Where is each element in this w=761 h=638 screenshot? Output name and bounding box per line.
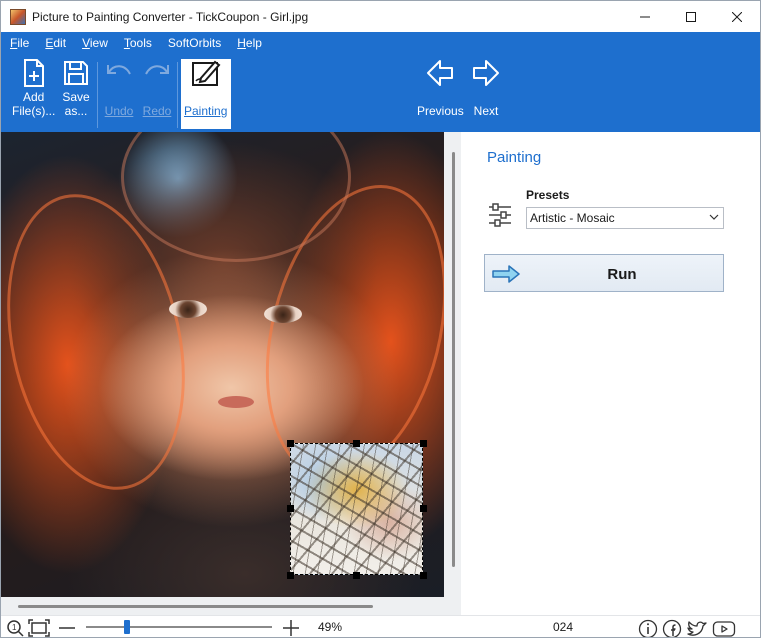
menu-bar: File Edit View Tools SoftOrbits Help [1, 32, 278, 54]
painting-button[interactable]: Painting [184, 58, 227, 118]
minimize-icon [640, 16, 650, 17]
sliders-icon [487, 202, 513, 231]
vertical-scrollbar[interactable] [452, 152, 455, 567]
undo-button[interactable]: Undo [104, 58, 134, 118]
previous-button[interactable]: Previous [417, 58, 464, 118]
resize-handle[interactable] [420, 572, 427, 579]
painting-icon [191, 58, 221, 88]
menu-file[interactable]: File [10, 32, 29, 54]
save-as-button[interactable]: Save as... [61, 58, 91, 118]
copyright-year: 024 [553, 620, 574, 634]
presets-dropdown[interactable]: Artistic - Mosaic [526, 207, 724, 229]
info-icon[interactable] [638, 619, 658, 638]
arrow-right-icon [471, 58, 501, 88]
next-button[interactable]: Next [471, 58, 501, 118]
save-as-label-2: as... [64, 104, 88, 118]
previous-label: Previous [417, 104, 464, 118]
menu-help[interactable]: Help [237, 32, 262, 54]
title-bar: Picture to Painting Converter - TickCoup… [1, 1, 760, 32]
resize-handle[interactable] [353, 572, 360, 579]
close-icon [732, 11, 742, 22]
add-file-icon [19, 58, 49, 88]
svg-text:1: 1 [12, 623, 17, 632]
presets-label: Presets [526, 188, 570, 202]
next-label: Next [473, 104, 499, 118]
youtube-icon[interactable] [712, 619, 736, 638]
image-canvas[interactable] [1, 132, 461, 615]
redo-label: Redo [142, 104, 172, 118]
zoom-out-icon[interactable] [58, 619, 76, 637]
save-as-label-1: Save [62, 90, 90, 104]
window-controls [622, 1, 760, 32]
resize-handle[interactable] [420, 440, 427, 447]
zoom-slider-thumb[interactable] [124, 620, 130, 634]
presets-selected-value: Artistic - Mosaic [530, 211, 615, 225]
toolbar-divider [177, 62, 178, 128]
status-bar: 1 49% 024 [1, 615, 760, 638]
horizontal-scrollbar[interactable] [18, 605, 373, 608]
run-label: Run [607, 266, 637, 283]
window-title: Picture to Painting Converter - TickCoup… [32, 9, 309, 24]
menu-edit[interactable]: Edit [45, 32, 66, 54]
add-files-label-2: File(s)... [12, 104, 56, 118]
resize-handle[interactable] [287, 440, 294, 447]
minimize-button[interactable] [622, 1, 668, 32]
menu-view[interactable]: View [82, 32, 108, 54]
painting-label: Painting [184, 104, 228, 118]
settings-panel: Painting Presets Artistic - Mosaic Run [461, 132, 760, 615]
undo-icon [104, 58, 134, 88]
save-icon [61, 58, 91, 88]
portrait-eye [264, 305, 302, 323]
twitter-icon[interactable] [686, 619, 708, 638]
maximize-button[interactable] [668, 1, 714, 32]
add-files-button[interactable]: Add File(s)... [12, 58, 55, 118]
resize-handle[interactable] [420, 505, 427, 512]
source-photo [1, 132, 444, 597]
undo-label: Undo [104, 104, 134, 118]
zoom-in-icon[interactable] [282, 619, 300, 637]
resize-handle[interactable] [287, 572, 294, 579]
ribbon: File Edit View Tools SoftOrbits Help Add… [1, 32, 760, 132]
redo-icon [142, 58, 172, 88]
zoom-level: 49% [318, 620, 343, 634]
redo-button[interactable]: Redo [142, 58, 172, 118]
zoom-search-icon[interactable]: 1 [6, 619, 24, 637]
zoom-slider-track[interactable] [86, 626, 272, 628]
maximize-icon [686, 11, 696, 22]
portrait-eye [169, 300, 207, 318]
chevron-down-icon [709, 214, 719, 220]
menu-softorbits[interactable]: SoftOrbits [168, 32, 221, 54]
app-window: Picture to Painting Converter - TickCoup… [0, 0, 761, 638]
facebook-icon[interactable] [662, 619, 682, 638]
resize-handle[interactable] [353, 440, 360, 447]
toolbar-divider [97, 62, 98, 128]
close-button[interactable] [714, 1, 760, 32]
panel-title: Painting [487, 149, 542, 166]
portrait-lips [218, 396, 254, 408]
app-logo-icon [10, 8, 26, 25]
run-button[interactable]: Run [484, 254, 724, 292]
fit-to-window-icon[interactable] [28, 619, 50, 637]
menu-tools[interactable]: Tools [124, 32, 152, 54]
preview-selection[interactable] [290, 443, 423, 575]
arrow-left-icon [418, 58, 462, 88]
add-files-label-1: Add [22, 90, 45, 104]
resize-handle[interactable] [287, 505, 294, 512]
